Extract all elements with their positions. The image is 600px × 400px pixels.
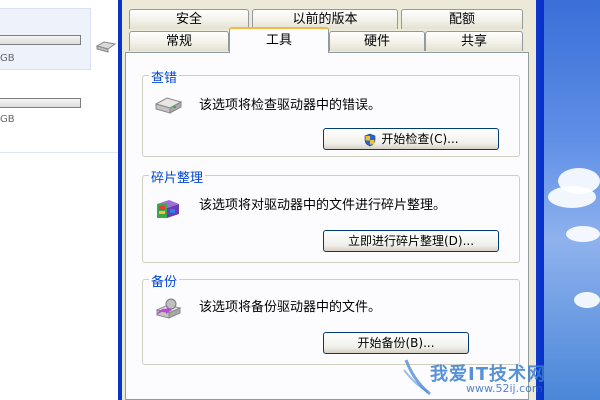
watermark-logo-icon <box>403 359 431 396</box>
defrag-group: 碎片整理 该选项将对驱动器中的文件进行碎片整理。 立即进行碎片整理(D)... <box>142 167 520 263</box>
group-description: 该选项将备份驱动器中的文件。 <box>199 300 382 315</box>
tab-sharing[interactable]: 共享 <box>425 31 523 51</box>
divider <box>0 152 118 153</box>
drive-item[interactable]: GB <box>0 8 91 70</box>
tab-previous-versions[interactable]: 以前的版本 <box>252 9 398 29</box>
group-title: 备份 <box>149 271 180 290</box>
tools-tab-page: 查错 该选项将检查驱动器中的错误。 开始检查(C)... 碎片整理 该选项将对驱… <box>125 52 529 400</box>
capacity-bar <box>0 35 81 45</box>
capacity-text: GB <box>0 114 15 125</box>
defrag-now-button[interactable]: 立即进行碎片整理(D)... <box>323 230 499 252</box>
defrag-icon <box>157 200 179 218</box>
site-watermark: 我爱IT技术网 www.52ij.com <box>402 352 600 400</box>
desktop-wallpaper <box>544 0 600 400</box>
group-description: 该选项将对驱动器中的文件进行碎片整理。 <box>199 198 447 213</box>
capacity-text: GB <box>0 53 15 64</box>
group-title: 查错 <box>149 67 180 86</box>
explorer-pane: GB GB <box>0 0 118 400</box>
group-description: 该选项将检查驱动器中的错误。 <box>199 98 382 113</box>
cloud <box>574 292 600 308</box>
drive-item[interactable]: GB <box>0 90 90 150</box>
button-label: 开始检查(C)... <box>381 132 459 146</box>
watermark-url: www.52ij.com <box>466 382 543 395</box>
tab-tools[interactable]: 工具 <box>229 27 329 53</box>
tab-quota[interactable]: 配额 <box>401 9 523 29</box>
drive-icon <box>96 41 116 53</box>
error-check-group: 查错 该选项将检查驱动器中的错误。 开始检查(C)... <box>142 67 520 157</box>
hard-drive-icon <box>154 97 183 114</box>
group-title: 碎片整理 <box>149 167 206 186</box>
tab-general[interactable]: 常规 <box>129 31 229 51</box>
start-backup-button[interactable]: 开始备份(B)... <box>323 332 469 354</box>
cloud <box>548 186 596 208</box>
capacity-bar <box>0 98 81 108</box>
uac-shield-icon <box>365 133 376 146</box>
tab-hardware[interactable]: 硬件 <box>329 31 425 51</box>
start-check-button[interactable]: 开始检查(C)... <box>323 128 499 150</box>
backup-icon <box>155 298 182 319</box>
tab-security[interactable]: 安全 <box>129 9 249 29</box>
cloud <box>566 226 600 242</box>
